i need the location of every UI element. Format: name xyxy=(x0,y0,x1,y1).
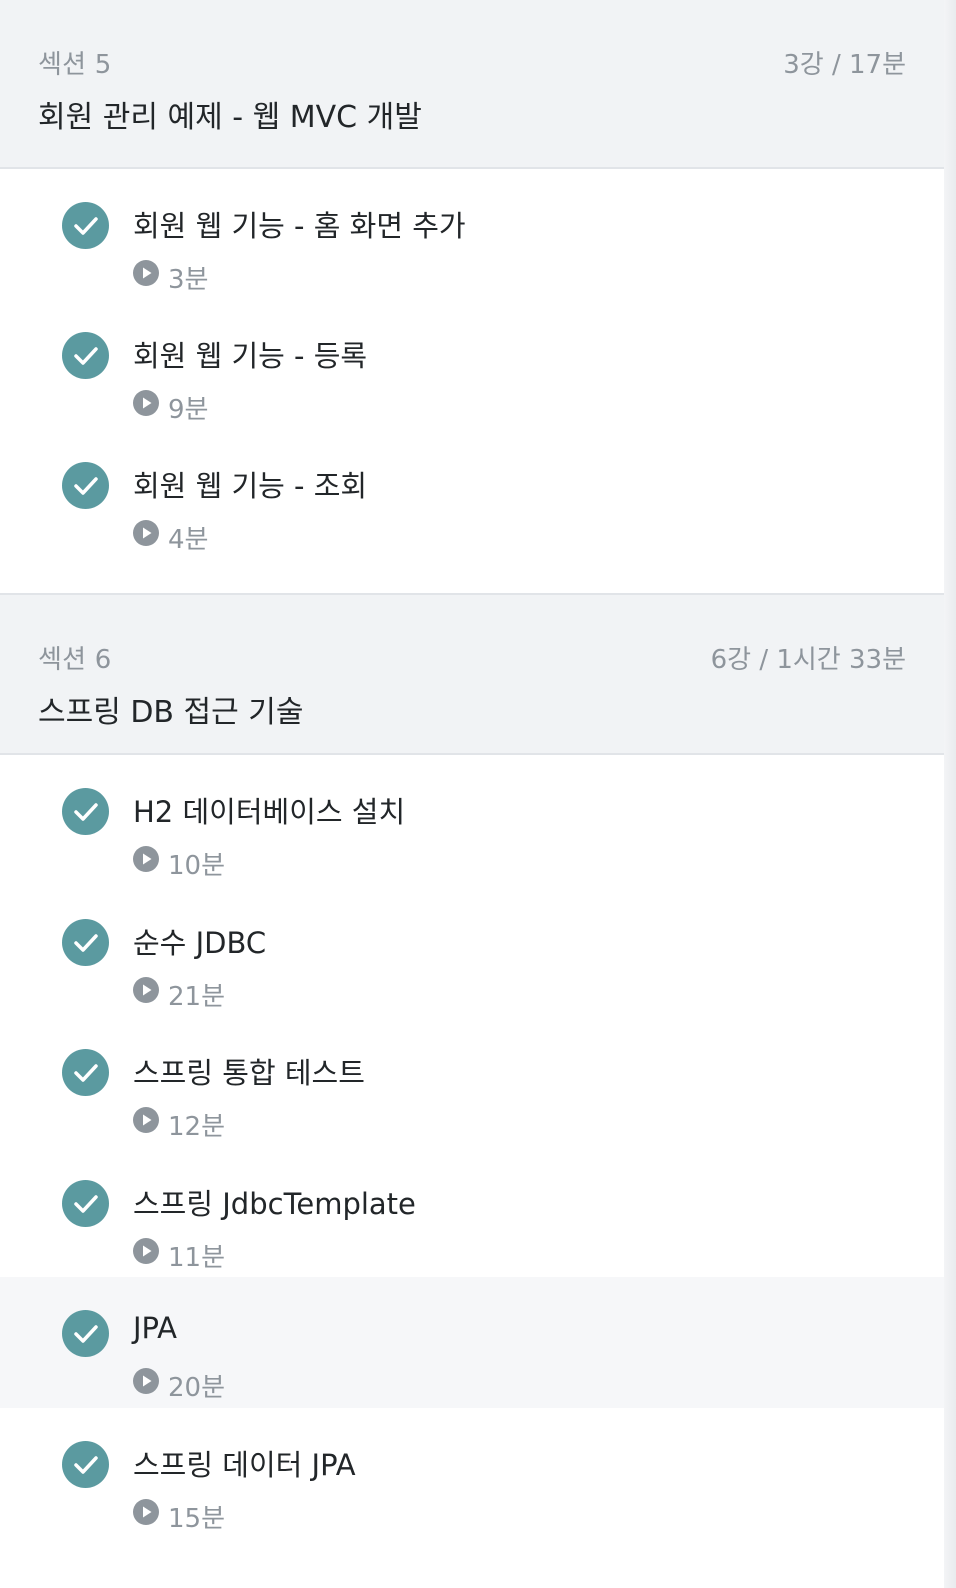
play-circle-icon xyxy=(133,846,159,872)
section-header[interactable]: 섹션 5 3강 / 17분 회원 관리 예제 - 웹 MVC 개발 xyxy=(0,0,944,169)
lesson-item[interactable]: 스프링 통합 테스트 12분 xyxy=(0,1016,944,1147)
lesson-item[interactable]: 회원 웹 기능 - 등록 9분 xyxy=(0,299,944,429)
check-circle-icon xyxy=(62,918,109,966)
play-circle-icon xyxy=(133,1368,159,1394)
lesson-duration: 3분 xyxy=(168,265,209,295)
lesson-title: H2 데이터베이스 설치 xyxy=(133,795,406,829)
lesson-item[interactable]: 순수 JDBC 21분 xyxy=(0,886,944,1017)
play-circle-icon xyxy=(133,1498,159,1525)
section-meta: 3강 / 17분 xyxy=(783,50,906,80)
lesson-duration: 4분 xyxy=(168,525,209,555)
lesson-title: 스프링 데이터 JPA xyxy=(133,1447,356,1482)
section-title: 스프링 DB 접근 기술 xyxy=(38,695,304,730)
play-circle-icon xyxy=(133,1107,159,1133)
lesson-list: 회원 웹 기능 - 홈 화면 추가 3분 회원 웹 기능 - 등록 9분 회원 … xyxy=(0,169,944,593)
section-header[interactable]: 섹션 6 6강 / 1시간 33분 스프링 DB 접근 기술 xyxy=(0,593,944,755)
play-circle-icon xyxy=(133,520,159,546)
play-circle-icon xyxy=(133,260,159,286)
lesson-duration: 11분 xyxy=(168,1242,226,1273)
lesson-title: 회원 웹 기능 - 조회 xyxy=(133,469,368,503)
lesson-duration: 15분 xyxy=(168,1503,226,1534)
lesson-item[interactable]: 회원 웹 기능 - 조회 4분 xyxy=(0,429,944,593)
lesson-duration: 10분 xyxy=(168,851,226,881)
lesson-title: 스프링 통합 테스트 xyxy=(133,1056,365,1090)
section-title: 회원 관리 예제 - 웹 MVC 개발 xyxy=(38,100,422,135)
lesson-title: 회원 웹 기능 - 홈 화면 추가 xyxy=(133,209,466,243)
lesson-duration: 12분 xyxy=(168,1112,226,1142)
section-meta: 6강 / 1시간 33분 xyxy=(710,645,906,675)
play-circle-icon xyxy=(133,390,159,416)
check-circle-icon xyxy=(62,1179,109,1227)
lesson-title: 회원 웹 기능 - 등록 xyxy=(133,339,368,373)
lesson-title: JPA xyxy=(133,1311,178,1345)
play-circle-icon xyxy=(133,1237,159,1264)
curriculum-list: 섹션 5 3강 / 17분 회원 관리 예제 - 웹 MVC 개발 회원 웹 기… xyxy=(0,0,944,1538)
lesson-list: H2 데이터베이스 설치 10분 순수 JDBC 21분 스프링 통합 테스트 … xyxy=(0,755,944,1538)
lesson-title: 스프링 JdbcTemplate xyxy=(133,1186,416,1221)
lesson-item[interactable]: 회원 웹 기능 - 홈 화면 추가 3분 xyxy=(0,169,944,299)
check-circle-icon xyxy=(62,332,109,379)
lesson-item[interactable]: 스프링 JdbcTemplate 11분 xyxy=(0,1147,944,1278)
scrollbar-track[interactable] xyxy=(944,0,956,1588)
section-label: 섹션 5 xyxy=(38,50,112,80)
lesson-item-hovered[interactable]: JPA 20분 xyxy=(0,1277,944,1408)
check-circle-icon xyxy=(62,1049,109,1096)
play-circle-icon xyxy=(133,976,159,1003)
section-label: 섹션 6 xyxy=(38,645,112,675)
check-circle-icon xyxy=(62,1310,109,1357)
lesson-item[interactable]: H2 데이터베이스 설치 10분 xyxy=(0,755,944,886)
lesson-item[interactable]: 스프링 데이터 JPA 15분 xyxy=(0,1408,944,1539)
check-circle-icon xyxy=(62,1440,109,1488)
check-circle-icon xyxy=(62,788,109,835)
lesson-duration: 20분 xyxy=(168,1373,226,1403)
check-circle-icon xyxy=(62,462,109,509)
check-circle-icon xyxy=(62,202,109,249)
lesson-duration: 21분 xyxy=(168,981,226,1012)
lesson-title: 순수 JDBC xyxy=(133,925,267,960)
lesson-duration: 9분 xyxy=(168,395,209,425)
